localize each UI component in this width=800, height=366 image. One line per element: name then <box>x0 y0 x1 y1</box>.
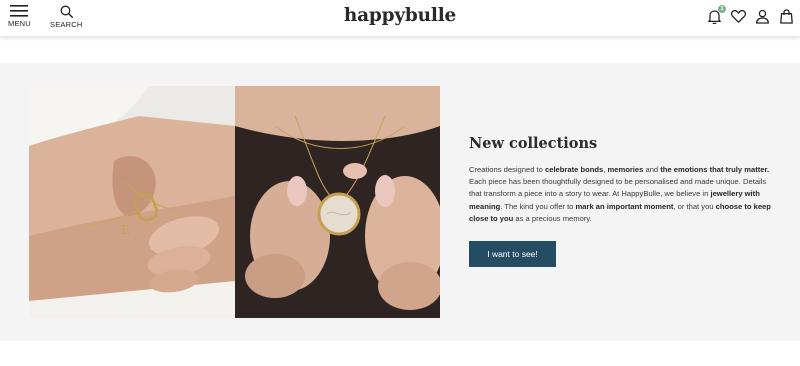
svg-text:E: E <box>121 223 130 237</box>
heart-icon <box>730 9 747 23</box>
cart-button[interactable] <box>778 8 795 25</box>
description-emphasis: the emotions that truly matter. <box>660 165 770 174</box>
title-regular: New <box>469 135 510 152</box>
bracelet-photo: E <box>29 86 235 318</box>
collections-description: Creations designed to celebrate bonds, m… <box>469 164 779 225</box>
description-text: Creations designed to <box>469 165 545 174</box>
description-text: , or that you <box>673 201 716 211</box>
bag-icon <box>780 9 793 24</box>
description-emphasis: mark an important moment <box>575 201 674 211</box>
necklace-photo <box>235 86 440 318</box>
wishlist-button[interactable] <box>730 8 747 25</box>
see-collections-button[interactable]: I want to see! <box>469 241 556 267</box>
description-text: and <box>643 165 661 174</box>
site-logo[interactable]: happybulle <box>0 5 800 26</box>
description-text: . The kind you offer to <box>500 201 576 211</box>
bracelet-image: E <box>29 86 235 318</box>
collections-copy: New collections Creations designed to ce… <box>469 135 779 225</box>
collections-banner: E New collections Creations designed to … <box>0 63 800 341</box>
notifications-button[interactable]: 1 <box>706 5 726 25</box>
title-bold: collections <box>509 135 598 152</box>
section-title: New collections <box>469 135 779 152</box>
necklace-image <box>235 86 440 318</box>
header-actions: 1 <box>706 5 795 25</box>
site-header: MENU SEARCH happybulle 1 <box>0 0 800 36</box>
notification-badge: 1 <box>718 5 726 13</box>
description-emphasis: celebrate bonds <box>545 165 604 174</box>
account-button[interactable] <box>754 8 771 25</box>
description-emphasis: memories <box>607 165 644 174</box>
user-icon <box>755 9 770 24</box>
description-text: as a precious memory. <box>513 213 592 223</box>
